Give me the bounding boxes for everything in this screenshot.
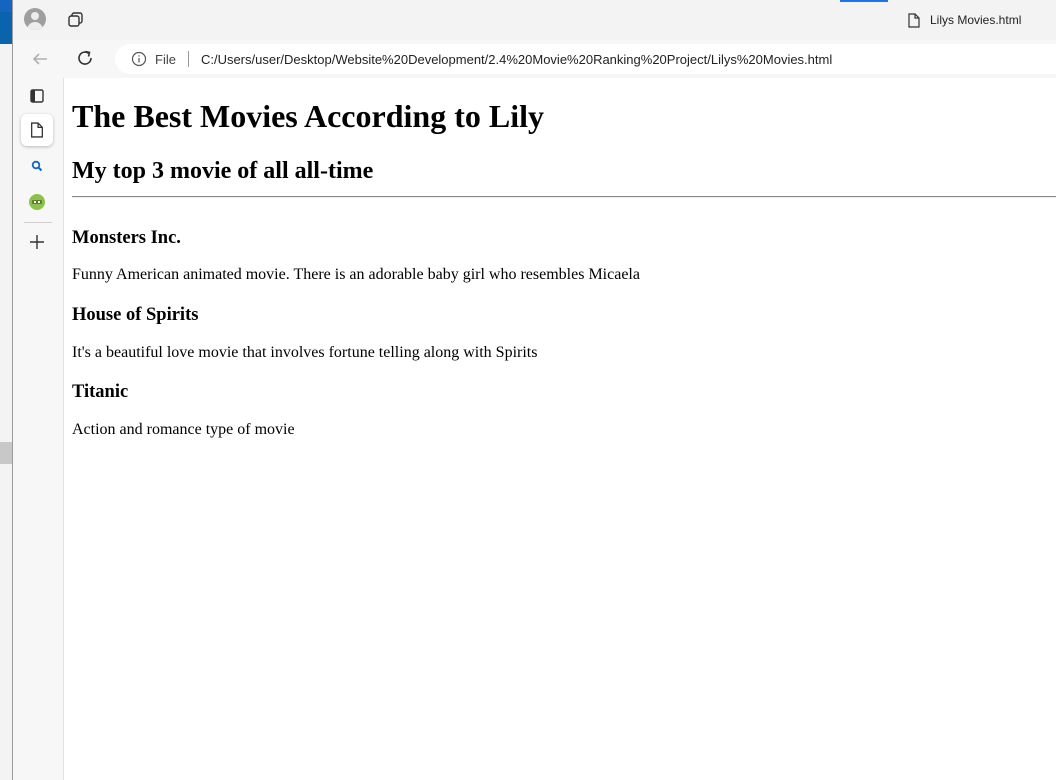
tab-title: Lilys Movies.html bbox=[930, 13, 1022, 27]
sidebar-tab-document[interactable] bbox=[21, 114, 53, 146]
document-icon bbox=[908, 12, 920, 28]
movie-title: Monsters Inc. bbox=[72, 228, 181, 248]
page-subtitle: My top 3 movie of all all-time bbox=[72, 158, 374, 184]
info-icon[interactable] bbox=[131, 51, 147, 67]
extension-icon[interactable] bbox=[21, 186, 53, 218]
movie-title: Titanic bbox=[72, 382, 129, 402]
document-icon bbox=[31, 122, 43, 138]
desktop-window-fragment bbox=[0, 12, 12, 44]
url-text[interactable]: C:/Users/user/Desktop/Website%20Developm… bbox=[201, 52, 832, 67]
desktop-background-strip bbox=[0, 0, 12, 780]
horizontal-rule bbox=[72, 196, 1056, 198]
tab-accent-line bbox=[840, 0, 888, 2]
movie-description: It's a beautiful love movie that involve… bbox=[72, 344, 538, 361]
search-icon[interactable] bbox=[21, 150, 53, 182]
workspaces-icon[interactable] bbox=[66, 10, 86, 30]
add-icon[interactable] bbox=[21, 226, 53, 258]
page-content: The Best Movies According to Lily My top… bbox=[64, 78, 1056, 780]
address-bar[interactable]: File C:/Users/user/Desktop/Website%20Dev… bbox=[115, 44, 1056, 74]
vertical-sidebar bbox=[13, 78, 64, 780]
sidebar-divider bbox=[24, 222, 52, 223]
refresh-icon[interactable] bbox=[75, 48, 95, 68]
profile-avatar-icon[interactable] bbox=[24, 8, 46, 30]
tab-active[interactable]: Lilys Movies.html bbox=[896, 6, 1056, 34]
movie-description: Action and romance type of movie bbox=[72, 421, 295, 438]
address-separator bbox=[187, 51, 189, 67]
back-arrow-icon[interactable] bbox=[30, 49, 50, 69]
movie-description: Funny American animated movie. There is … bbox=[72, 266, 640, 283]
tab-actions-icon[interactable] bbox=[21, 80, 53, 112]
desktop-scrollbar-fragment bbox=[0, 442, 12, 464]
movie-title: House of Spirits bbox=[72, 305, 199, 325]
site-scheme-label: File bbox=[155, 51, 176, 67]
page-title: The Best Movies According to Lily bbox=[72, 98, 544, 134]
